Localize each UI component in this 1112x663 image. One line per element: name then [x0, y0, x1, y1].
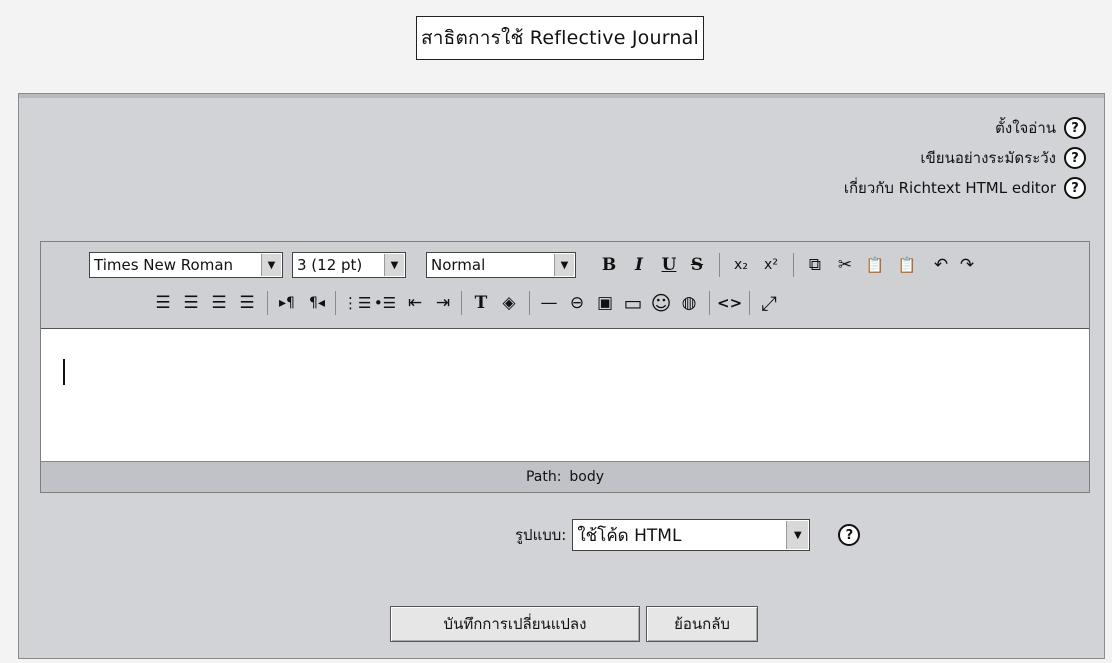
- toolbar-separator: [461, 291, 462, 315]
- path-label: Path:: [525, 469, 562, 485]
- format-row: รูปแบบ: ใช้โค้ด HTML ▼ ?: [515, 519, 861, 551]
- toolbar-separator: [749, 291, 750, 315]
- align-left-button[interactable]: ☰: [151, 290, 175, 316]
- help-icon[interactable]: ?: [1064, 147, 1086, 169]
- toolbar-separator: [719, 253, 720, 277]
- ltr-direction-button[interactable]: ▸¶: [275, 290, 299, 316]
- chevron-down-icon[interactable]: ▼: [384, 254, 404, 276]
- paste-special-button[interactable]: 📋: [895, 252, 919, 278]
- insert-table-button[interactable]: ▭: [621, 290, 645, 316]
- help-link-label: เกี่ยวกับ Richtext HTML editor: [843, 179, 1056, 197]
- help-link-write-carefully[interactable]: เขียนอย่างระมัดระวัง ?: [920, 146, 1086, 170]
- underline-button[interactable]: U: [657, 252, 681, 278]
- help-link-label: ตั้งใจอ่าน: [995, 119, 1056, 137]
- richtext-editor: Times New Roman ▼ 3 (12 pt) ▼ Normal ▼ B…: [40, 241, 1090, 493]
- text-color-button[interactable]: T: [469, 290, 493, 316]
- help-link-richtext-editor[interactable]: เกี่ยวกับ Richtext HTML editor ?: [844, 176, 1086, 200]
- copy-button[interactable]: ⧉: [803, 252, 827, 278]
- special-char-button[interactable]: ◍: [677, 290, 701, 316]
- chevron-down-icon[interactable]: ▼: [554, 254, 574, 276]
- toolbar-separator: [335, 291, 336, 315]
- text-caret: [63, 359, 65, 385]
- help-icon[interactable]: ?: [1064, 117, 1086, 139]
- background-color-button[interactable]: ◈: [497, 290, 521, 316]
- ordered-list-button[interactable]: ⋮☰: [343, 290, 371, 316]
- html-source-button[interactable]: <>: [717, 290, 742, 316]
- smiley-button[interactable]: ☺: [649, 290, 673, 316]
- link-button[interactable]: ⊖: [565, 290, 589, 316]
- undo-button[interactable]: ↶: [929, 252, 953, 278]
- bold-button[interactable]: B: [597, 252, 621, 278]
- cut-button[interactable]: ✂: [833, 252, 857, 278]
- align-right-button[interactable]: ☰: [207, 290, 231, 316]
- unordered-list-button[interactable]: •☰: [373, 290, 397, 316]
- chevron-down-icon[interactable]: ▼: [786, 521, 809, 549]
- help-link-read-carefully[interactable]: ตั้งใจอ่าน ?: [995, 116, 1086, 140]
- font-size-select[interactable]: 3 (12 pt) ▼: [292, 252, 406, 278]
- save-changes-button[interactable]: บันทึกการเปลี่ยนแปลง: [390, 606, 640, 642]
- toolbar-separator: [267, 291, 268, 315]
- subscript-button[interactable]: x₂: [729, 252, 753, 278]
- font-name-select[interactable]: Times New Roman ▼: [89, 252, 283, 278]
- path-value[interactable]: body: [569, 469, 604, 485]
- help-icon[interactable]: ?: [838, 524, 861, 546]
- font-size-value: 3 (12 pt): [297, 256, 363, 274]
- toolbar-separator: [709, 291, 710, 315]
- outdent-button[interactable]: ⇤: [403, 290, 427, 316]
- redo-button[interactable]: ↷: [955, 252, 979, 278]
- journal-panel: ตั้งใจอ่าน ? เขียนอย่างระมัดระวัง ? เกี่…: [18, 93, 1105, 659]
- format-value: ใช้โค้ด HTML: [577, 525, 682, 546]
- help-link-label: เขียนอย่างระมัดระวัง: [920, 149, 1056, 167]
- fullscreen-button[interactable]: ⤢: [757, 290, 781, 316]
- help-icon[interactable]: ?: [1064, 177, 1086, 199]
- page-title: สาธิตการใช้ Reflective Journal: [416, 16, 704, 60]
- block-format-select[interactable]: Normal ▼: [426, 252, 576, 278]
- insert-image-button[interactable]: ▣: [593, 290, 617, 316]
- block-format-value: Normal: [431, 256, 486, 274]
- justify-button[interactable]: ☰: [235, 290, 259, 316]
- horizontal-rule-button[interactable]: —: [537, 290, 561, 316]
- toolbar-separator: [793, 253, 794, 277]
- back-button[interactable]: ย้อนกลับ: [646, 606, 758, 642]
- editor-path-bar: Path: body: [41, 462, 1089, 492]
- format-select[interactable]: ใช้โค้ด HTML ▼: [572, 519, 811, 551]
- indent-button[interactable]: ⇥: [431, 290, 455, 316]
- strikethrough-button[interactable]: S: [685, 252, 709, 278]
- rtl-direction-button[interactable]: ¶◂: [305, 290, 329, 316]
- font-name-value: Times New Roman: [94, 256, 234, 274]
- paste-button[interactable]: 📋: [863, 252, 887, 278]
- italic-button[interactable]: I: [627, 252, 651, 278]
- superscript-button[interactable]: x²: [759, 252, 783, 278]
- align-center-button[interactable]: ☰: [179, 290, 203, 316]
- toolbar-separator: [529, 291, 530, 315]
- format-label: รูปแบบ:: [515, 526, 567, 544]
- editor-toolbar: Times New Roman ▼ 3 (12 pt) ▼ Normal ▼ B…: [41, 242, 1089, 328]
- editor-content-area[interactable]: [41, 328, 1089, 462]
- chevron-down-icon[interactable]: ▼: [261, 254, 281, 276]
